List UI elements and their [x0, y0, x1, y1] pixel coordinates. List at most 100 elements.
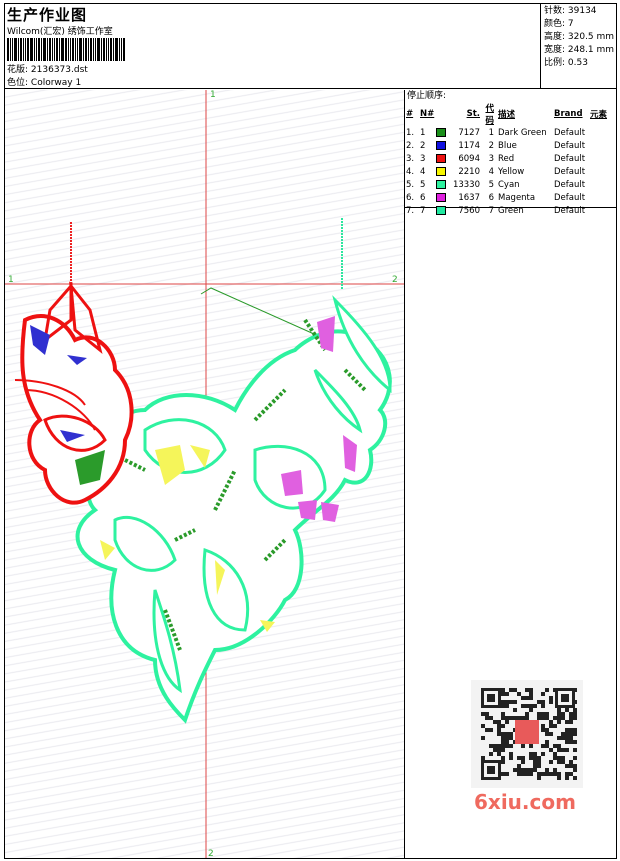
stat-width: 宽度: 248.1 mm	[544, 45, 615, 55]
qr-module	[549, 772, 553, 776]
qr-module	[501, 692, 505, 696]
barcode-bar	[34, 38, 35, 61]
axis-label-left: 1	[8, 275, 14, 285]
barcode-bar	[14, 38, 17, 61]
qr-code-image	[481, 688, 577, 780]
qr-module	[549, 760, 553, 764]
qr-module	[565, 740, 569, 744]
cell-st: 7127	[458, 127, 480, 138]
col-header: 元素	[590, 110, 608, 120]
barcode-bar	[41, 38, 42, 61]
qr-module	[541, 728, 545, 732]
cell-st: 7560	[458, 205, 480, 216]
barcode-bar	[52, 38, 53, 61]
qr-module	[497, 748, 501, 752]
qr-module	[529, 704, 533, 708]
qr-module	[493, 748, 497, 752]
qr-module	[557, 720, 561, 724]
cell-st: 1637	[458, 192, 480, 203]
qr-module	[529, 772, 533, 776]
qr-module	[501, 756, 505, 760]
qr-module	[501, 748, 505, 752]
table-row: 4. 4 2210 4 Yellow Default	[406, 165, 614, 178]
cell-n: 1	[420, 127, 426, 138]
table-row: 6. 6 1637 6 Magenta Default	[406, 191, 614, 204]
qr-module	[505, 732, 509, 736]
qr-module	[569, 740, 573, 744]
stop-sequence-table: # N# St. 代码 描述 Brand 元素 1. 1 7127 1 Dark Gre…	[406, 102, 614, 217]
qr-module	[501, 688, 505, 692]
qr-module	[489, 744, 493, 748]
magenta-fill	[321, 502, 339, 522]
barcode-bar	[93, 38, 94, 61]
qr-module	[521, 760, 525, 764]
cell-desc: Magenta	[498, 192, 536, 203]
stop-sequence-title: 停止顺序:	[407, 91, 447, 101]
qr-module	[497, 732, 501, 736]
qr-module	[525, 696, 529, 700]
qr-module	[513, 688, 517, 692]
barcode-bar	[12, 38, 13, 61]
qr-module	[537, 772, 541, 776]
qr-module	[505, 740, 509, 744]
cell-element	[590, 191, 614, 204]
qr-module	[549, 748, 553, 752]
barcode-bar	[110, 38, 112, 61]
qr-module	[557, 712, 561, 716]
qr-module	[509, 736, 513, 740]
cell-element	[590, 204, 614, 217]
qr-module	[545, 728, 549, 732]
cell-num: 2.	[406, 140, 415, 151]
qr-module	[573, 764, 577, 768]
cell-element	[590, 178, 614, 191]
qr-module	[565, 720, 569, 724]
qr-module	[541, 744, 545, 748]
qr-module	[569, 720, 573, 724]
qr-module	[521, 696, 525, 700]
barcode-bar	[36, 38, 37, 61]
qr-module	[553, 768, 557, 772]
qr-module	[533, 752, 537, 756]
qr-module	[557, 708, 561, 712]
col-header: 代码	[485, 104, 494, 126]
cell-element	[590, 152, 614, 165]
table-header-row: # N# St. 代码 描述 Brand 元素	[406, 102, 614, 126]
qr-module	[565, 764, 569, 768]
qr-module	[529, 696, 533, 700]
qr-module	[497, 752, 501, 756]
qr-module	[505, 700, 509, 704]
barcode-bar	[30, 38, 33, 61]
qr-module	[553, 756, 557, 760]
cell-desc: Dark Green	[498, 127, 547, 138]
qr-module	[529, 752, 533, 756]
qr-module	[533, 768, 537, 772]
qr-module	[529, 756, 533, 760]
color-swatch-cell	[436, 139, 452, 152]
qr-module	[497, 720, 501, 724]
cell-brand: Default	[554, 127, 586, 138]
qr-module	[541, 700, 545, 704]
cell-desc: Cyan	[498, 179, 520, 190]
cell-element	[590, 139, 614, 152]
barcode-bar	[113, 38, 114, 61]
qr-module	[525, 704, 529, 708]
qr-module	[509, 716, 513, 720]
cell-code: 5	[488, 179, 494, 190]
qr-finder	[487, 766, 495, 774]
barcode-bar	[54, 38, 55, 61]
qr-module	[509, 744, 513, 748]
qr-module	[545, 740, 549, 744]
qr-module	[557, 736, 561, 740]
barcode-bar	[70, 38, 71, 61]
stat-colors: 颜色: 7	[544, 19, 574, 29]
col-header: N#	[420, 109, 435, 119]
qr-finder	[561, 694, 569, 702]
qr-module	[537, 756, 541, 760]
qr-module	[481, 736, 485, 740]
qr-module	[553, 716, 557, 720]
stats-panel: 针数: 39134 颜色: 7 高度: 320.5 mm 宽度: 248.1 m…	[541, 3, 617, 89]
qr-module	[557, 716, 561, 720]
qr-module	[569, 736, 573, 740]
qr-module	[497, 728, 501, 732]
qr-module	[541, 692, 545, 696]
